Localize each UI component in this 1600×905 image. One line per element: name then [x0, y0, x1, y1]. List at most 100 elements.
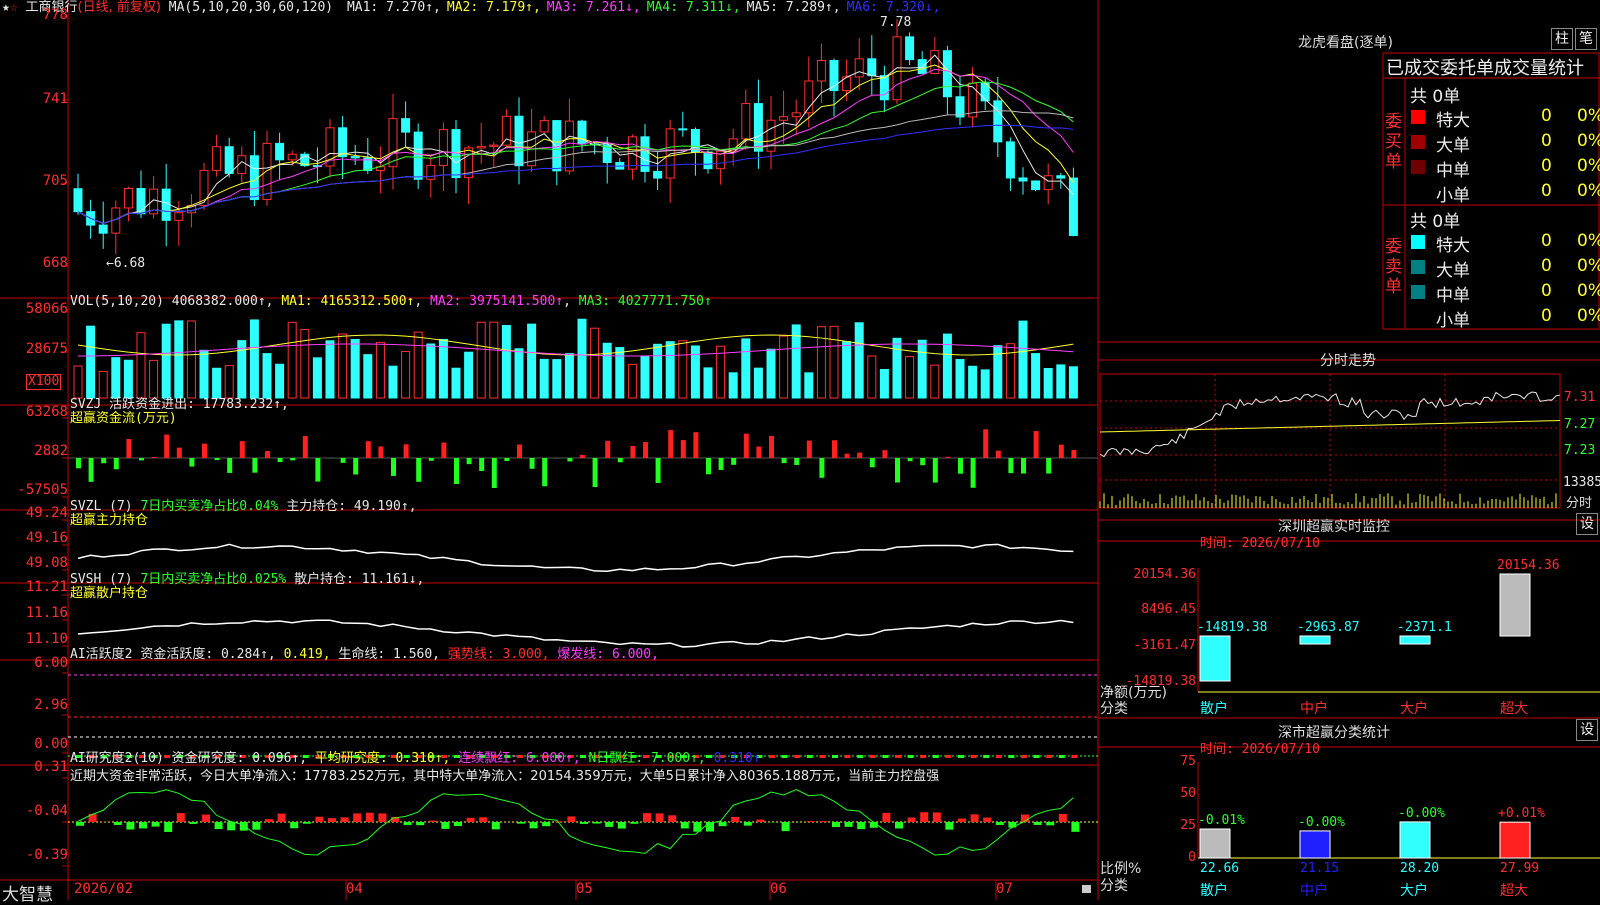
ai-research-tick-3: -0.39: [0, 848, 68, 862]
candle-body: [389, 119, 397, 167]
stat2-settings-button[interactable]: 设: [1576, 719, 1598, 741]
volume-bar: [906, 357, 914, 398]
research-bar: [555, 821, 563, 822]
svzl-header: SVZL (7) 7日内买卖净占比0.04% 主力持仓: 49.190↑,: [70, 500, 417, 514]
research-bar: [1034, 822, 1042, 825]
buy-row-name-1: 特大: [1436, 106, 1470, 131]
monitor-tick-3: -3161.47: [1100, 639, 1196, 653]
active-bar: [983, 755, 989, 758]
research-bar: [580, 822, 588, 824]
buy-row-pct-1: 0%: [1577, 106, 1600, 126]
volume-bar: [502, 325, 510, 398]
research-bar: [996, 822, 1004, 825]
buy-row-pct-3: 0%: [1577, 156, 1600, 176]
svzl-tick-2: 49.16: [0, 531, 68, 545]
volume-bar: [112, 358, 120, 398]
svzj-bar: [429, 458, 434, 461]
monitor-tick-1: 20154.36: [1100, 568, 1196, 582]
monitor-category-label: 散户: [1200, 698, 1228, 718]
volume-bar: [528, 324, 536, 398]
monitor-settings-button[interactable]: 设: [1576, 513, 1598, 535]
volume-bar: [855, 323, 863, 398]
bar-view-button[interactable]: 柱: [1551, 28, 1573, 50]
active-bar: [882, 755, 888, 758]
svsh-tick-3: 11.10: [0, 632, 68, 646]
stat2-time: 时间: 2026/07/10: [1200, 743, 1320, 757]
candle-body: [994, 101, 1002, 142]
active-bar: [1034, 755, 1040, 758]
volume-bar: [616, 348, 624, 398]
svzj-bar: [706, 458, 711, 474]
candle-body: [276, 143, 284, 159]
svzj-bar: [593, 458, 598, 487]
svzj-bar: [794, 458, 799, 465]
volume-bar: [389, 366, 397, 398]
sell-row-count-4: 0: [1541, 306, 1552, 326]
candle-body: [477, 146, 485, 148]
svzj-bar: [832, 440, 837, 458]
volume-bar: [427, 344, 435, 398]
candle-body: [288, 154, 296, 160]
research-bar: [429, 821, 437, 822]
active-bar: [1059, 755, 1065, 758]
svzj-bar: [580, 455, 585, 458]
svzj-bar: [920, 458, 925, 465]
vol-unit-badge[interactable]: X100: [26, 374, 61, 390]
minute-tick-2: 7.27: [1564, 418, 1595, 432]
svzj-bar: [681, 440, 686, 458]
candle-body: [99, 225, 107, 233]
dragon-title: 龙虎看盘(逐单): [1298, 32, 1393, 52]
svsh-hold: 散户持仓: 11.161↓,: [294, 572, 424, 587]
research-bar: [202, 815, 210, 822]
ai-research-avg: 平均研究度: 0.310↑,: [315, 751, 450, 766]
sell-row-name-3: 中单: [1436, 281, 1470, 306]
active-bar: [1021, 755, 1027, 758]
candle-body: [263, 143, 271, 199]
volume-bar: [742, 339, 750, 398]
volume-bar: [729, 373, 737, 398]
svzj-bar: [618, 458, 623, 462]
ai-active-strong: 强势线: 3.000,: [448, 647, 550, 662]
volume-bar: [843, 342, 851, 398]
active-bar: [933, 755, 939, 758]
candle-body: [792, 113, 800, 117]
monitor-value-label: 20154.36: [1497, 559, 1560, 573]
active-bar: [945, 755, 951, 758]
volume-bar: [288, 322, 296, 398]
monitor-value-label: -2963.87: [1297, 621, 1360, 635]
research-bar: [605, 822, 613, 827]
volume-bar: [1069, 367, 1077, 398]
svzj-bar: [227, 458, 232, 473]
svzj-bar: [202, 444, 207, 458]
candle-body: [880, 76, 888, 100]
stat2-tick-1: 75: [1100, 755, 1196, 769]
volume-bar: [1057, 365, 1065, 398]
active-bar: [819, 755, 825, 758]
stat2-title: 深市超赢分类统计: [1278, 722, 1390, 742]
active-bar: [832, 755, 838, 758]
svzj-bar: [240, 441, 245, 458]
svzj-bar: [643, 442, 648, 458]
pen-view-button[interactable]: 笔: [1575, 28, 1597, 50]
brand-label[interactable]: 大智慧: [2, 880, 53, 905]
svsh-line: [78, 620, 1073, 647]
ai-active-label: 资金活跃度: 0.284↑,: [140, 647, 275, 662]
stat2-pct-label: -0.01%: [1198, 814, 1245, 828]
research-bar: [215, 822, 223, 829]
svzj-bar: [882, 450, 887, 458]
svzj-bar: [1008, 458, 1013, 473]
ai-research-cont: 连续飘红: 6.000↑,: [458, 751, 580, 766]
lock-icon[interactable]: [1082, 885, 1091, 893]
volume-bar: [565, 354, 573, 398]
research-bar: [567, 816, 575, 822]
volume-bar: [187, 321, 195, 398]
monitor-category-label: 大户: [1400, 698, 1428, 718]
price-low-label: ←6.68: [106, 257, 145, 271]
price-tick-705: 705: [0, 174, 68, 188]
stat2-category-label: 中户: [1300, 880, 1328, 900]
svzj-bar: [265, 451, 270, 458]
volume-bar: [162, 324, 170, 398]
svzj-bar: [404, 444, 409, 458]
active-bar: [857, 755, 863, 758]
stat2-category-label: 大户: [1400, 880, 1428, 900]
